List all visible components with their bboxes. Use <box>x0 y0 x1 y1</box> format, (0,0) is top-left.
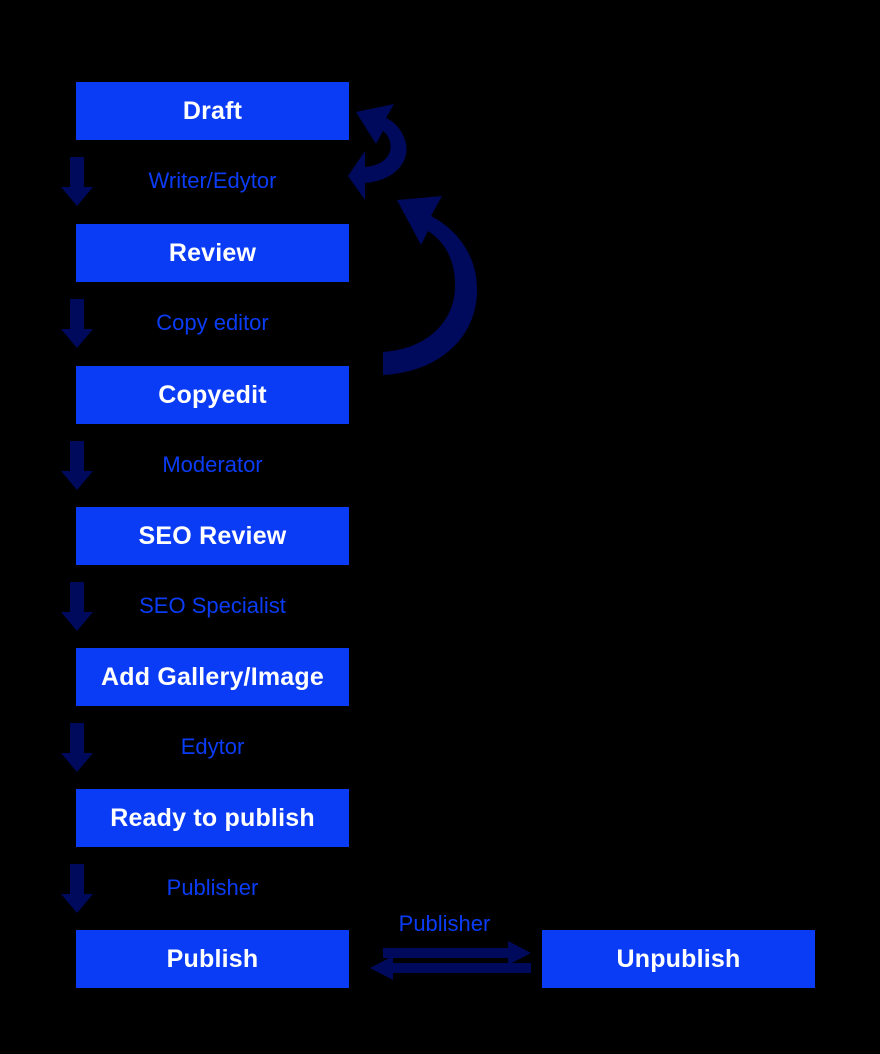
state-box-add-gallery[interactable]: Add Gallery/Image <box>76 648 349 706</box>
state-label-add-gallery: Add Gallery/Image <box>101 662 324 691</box>
state-label-draft: Draft <box>182 96 243 125</box>
workflow-diagram-canvas: Draft Review Copyedit SEO Review Add Gal… <box>0 0 880 1054</box>
state-box-publish[interactable]: Publish <box>76 930 349 988</box>
transition-label-publisher-horizontal: Publisher <box>398 911 491 936</box>
state-box-ready-to-publish[interactable]: Ready to publish <box>76 789 349 847</box>
arrow-unpublish-to-publish <box>370 956 531 980</box>
state-label-copyedit: Copyedit <box>158 380 267 409</box>
state-label-review: Review <box>168 238 257 267</box>
state-box-draft[interactable]: Draft <box>76 82 349 140</box>
transition-label-seo-specialist: SEO Specialist <box>139 593 286 618</box>
state-box-copyedit[interactable]: Copyedit <box>76 366 349 424</box>
state-label-unpublish: Unpublish <box>616 944 741 973</box>
state-box-review[interactable]: Review <box>76 224 349 282</box>
transition-label-copy-editor: Copy editor <box>156 310 269 335</box>
loopback-arrow-copyedit-to-review <box>383 196 478 375</box>
arrow-publish-to-unpublish <box>383 941 531 965</box>
loopback-arrow-review-to-draft <box>348 104 407 200</box>
transition-label-publisher: Publisher <box>166 875 259 900</box>
transition-label-moderator: Moderator <box>162 452 263 477</box>
state-label-seo-review: SEO Review <box>138 521 287 550</box>
state-label-publish: Publish <box>166 944 259 973</box>
transition-label-writer-edytor: Writer/Edytor <box>148 168 277 193</box>
state-box-seo-review[interactable]: SEO Review <box>76 507 349 565</box>
transition-label-edytor: Edytor <box>180 734 245 759</box>
state-label-ready-to-publish: Ready to publish <box>110 803 315 832</box>
state-box-unpublish[interactable]: Unpublish <box>542 930 815 988</box>
